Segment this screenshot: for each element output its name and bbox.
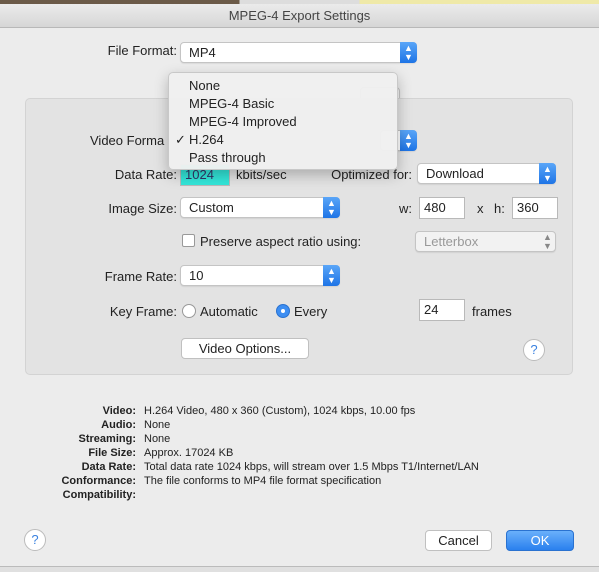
key-frame-automatic-label: Automatic xyxy=(200,304,258,319)
summary-row: File Size: Approx. 17024 KB xyxy=(40,446,479,460)
x-label: x xyxy=(477,201,484,216)
summary-row: Conformance: The file conforms to MP4 fil… xyxy=(40,474,479,488)
chevron-updown-icon: ▲ ▼ xyxy=(543,232,552,251)
image-size-select[interactable]: Custom ▲ ▼ xyxy=(180,197,340,218)
key-frame-input[interactable]: 24 xyxy=(419,299,465,321)
optimized-select[interactable]: Download ▲ ▼ xyxy=(417,163,556,184)
optimized-value: Download xyxy=(426,166,484,181)
menu-item-label: Pass through xyxy=(189,150,266,165)
chevron-updown-icon: ▲ ▼ xyxy=(323,265,340,286)
image-size-label: Image Size: xyxy=(108,201,177,216)
file-format-label: File Format: xyxy=(107,43,177,58)
menu-item-label: None xyxy=(189,78,221,93)
menu-item-mpeg4-improved[interactable]: MPEG-4 Improved xyxy=(169,113,397,131)
summary-key: Data Rate: xyxy=(81,461,136,473)
checkmark-icon: ✓ xyxy=(175,132,186,147)
summary-row: Video: H.264 Video, 480 x 360 (Custom), 1… xyxy=(40,404,479,418)
summary-key: File Size: xyxy=(88,447,136,459)
key-frame-automatic-radio[interactable] xyxy=(182,304,196,318)
chevron-updown-icon: ▲ ▼ xyxy=(323,197,340,218)
summary-value: None xyxy=(144,419,171,431)
summary-row: Data Rate: Total data rate 1024 kbps, wil… xyxy=(40,460,479,474)
summary-key: Video: xyxy=(102,405,136,417)
summary-row: Streaming: None xyxy=(40,432,479,446)
video-options-button[interactable]: Video Options... xyxy=(181,338,309,359)
preserve-aspect-checkbox[interactable] xyxy=(182,234,195,247)
preserve-aspect-label: Preserve aspect ratio using: xyxy=(200,234,362,249)
summary-key: Compatibility: xyxy=(62,489,136,501)
summary-value: Approx. 17024 KB xyxy=(144,447,234,459)
cancel-button[interactable]: Cancel xyxy=(425,530,492,551)
ok-button[interactable]: OK xyxy=(506,530,574,551)
menu-item-pass-through[interactable]: Pass through xyxy=(169,149,397,167)
menu-item-label: MPEG-4 Improved xyxy=(189,114,297,129)
menu-item-mpeg4-basic[interactable]: MPEG-4 Basic xyxy=(169,95,397,113)
key-frame-every-radio[interactable] xyxy=(276,304,290,318)
menu-item-label: MPEG-4 Basic xyxy=(189,96,275,111)
frame-rate-label: Frame Rate: xyxy=(104,269,177,284)
summary-value: None xyxy=(144,433,171,445)
chevron-updown-icon: ▲ ▼ xyxy=(539,163,556,184)
summary-value: The file conforms to MP4 file format spe… xyxy=(144,475,382,487)
summary-row: Audio: None xyxy=(40,418,479,432)
menu-item-h264[interactable]: ✓ H.264 xyxy=(169,131,397,149)
width-label: w: xyxy=(399,201,412,216)
file-format-value: MP4 xyxy=(189,45,216,60)
background-window-edge xyxy=(0,566,599,572)
file-format-select[interactable]: MP4 ▲ ▼ xyxy=(180,42,417,63)
height-input[interactable]: 360 xyxy=(512,197,558,219)
aspect-mode-value: Letterbox xyxy=(424,234,479,249)
image-size-value: Custom xyxy=(189,200,234,215)
chevron-updown-icon: ▲ ▼ xyxy=(400,42,417,63)
menu-item-none[interactable]: None xyxy=(169,77,397,95)
video-format-menu: None MPEG-4 Basic MPEG-4 Improved ✓ H.264… xyxy=(168,72,398,170)
aspect-mode-select[interactable]: Letterbox ▲ ▼ xyxy=(415,231,556,252)
height-label: h: xyxy=(494,201,505,216)
frame-rate-value: 10 xyxy=(189,268,204,283)
key-frame-every-label: Every xyxy=(294,304,328,319)
data-rate-label: Data Rate: xyxy=(114,167,177,182)
summary-info: Video: H.264 Video, 480 x 360 (Custom), 1… xyxy=(40,404,479,502)
key-frame-unit: frames xyxy=(472,304,512,319)
chevron-updown-icon: ▲ ▼ xyxy=(400,130,417,151)
key-frame-label: Key Frame: xyxy=(109,304,177,319)
help-icon[interactable]: ? xyxy=(24,529,46,551)
summary-key: Audio: xyxy=(101,419,136,431)
summary-key: Conformance: xyxy=(61,475,136,487)
summary-key: Streaming: xyxy=(78,433,136,445)
frame-rate-select[interactable]: 10 ▲ ▼ xyxy=(180,265,340,286)
width-input[interactable]: 480 xyxy=(419,197,465,219)
summary-value: Total data rate 1024 kbps, will stream o… xyxy=(144,461,479,473)
help-icon[interactable]: ? xyxy=(523,339,545,361)
summary-value: H.264 Video, 480 x 360 (Custom), 1024 kb… xyxy=(144,405,416,417)
window-title: MPEG-4 Export Settings xyxy=(0,4,599,28)
video-format-label: Video Forma xyxy=(90,133,165,148)
summary-row: Compatibility: xyxy=(40,488,479,502)
menu-item-label: H.264 xyxy=(189,132,224,147)
